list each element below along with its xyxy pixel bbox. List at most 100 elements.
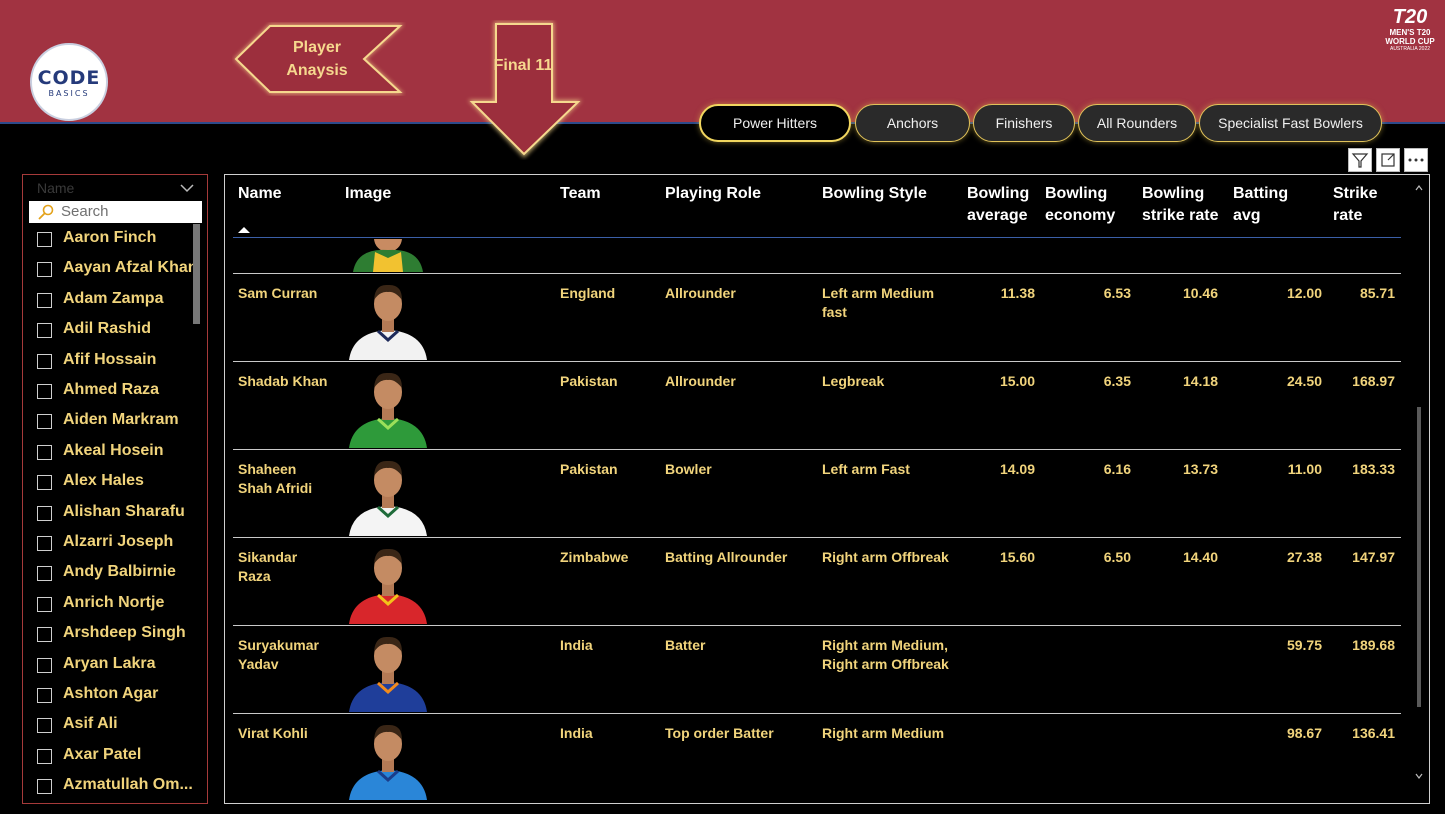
cell-strike-rate: 168.97 [1352,373,1395,389]
slicer-item[interactable]: Akeal Hosein [37,438,203,468]
table-row[interactable]: Shaheen Shah Afridi Pakistan Bowler Left ar… [225,449,1405,537]
slicer-item-label: Anrich Nortje [63,593,165,611]
table-row[interactable]: Virat Kohli India Top order Batter Right ar… [225,713,1405,801]
column-header-bowling-strike-rate[interactable]: Bowling strike rate [1142,183,1234,227]
tab-specialist-fast-bowlers[interactable]: Specialist Fast Bowlers [1199,104,1382,142]
cell-strike-rate: 136.41 [1352,725,1395,741]
table-row[interactable]: Suryakumar Yadav India Batter Right arm Med… [225,625,1405,713]
checkbox[interactable] [37,262,52,278]
slicer-item[interactable]: Asif Ali [37,711,203,741]
scroll-down-icon[interactable] [1415,771,1423,781]
slicer-item[interactable]: Ahmed Raza [37,377,203,407]
slicer-item[interactable]: Aayan Afzal Khan [37,255,203,285]
column-header-bowling-economy[interactable]: Bowling economy [1045,183,1135,227]
slicer-item[interactable]: Anrich Nortje [37,590,203,620]
sort-ascending-icon[interactable] [238,227,250,233]
filter-icon[interactable] [1348,148,1372,172]
slicer-item[interactable]: Aryan Lakra [37,651,203,681]
slicer-item[interactable]: Ashton Agar [37,681,203,711]
slicer-item[interactable]: Axar Patel [37,742,203,772]
slicer-item-label: Aayan Afzal Khan [63,259,198,277]
checkbox[interactable] [37,657,52,673]
checkbox[interactable] [37,384,52,399]
slicer-item[interactable]: Aiden Markram [37,407,203,437]
table-row[interactable]: Sikandar Raza Zimbabwe Batting Allrounder R… [225,537,1405,625]
cell-bowling-economy: 6.50 [1103,549,1131,565]
name-slicer: Name Search Aaron Finch Aayan Afzal Khan A… [22,174,208,804]
checkbox[interactable] [37,292,52,308]
table-row[interactable]: Shadab Khan Pakistan Allrounder Legbreak 15.… [225,361,1405,449]
cell-name: Sikandar Raza [238,549,298,584]
cell-batting-avg: 98.67 [1286,725,1322,741]
cell-name: Shadab Khan [238,373,328,389]
slicer-item[interactable]: Alishan Sharafu [37,499,203,529]
slicer-item[interactable]: Andy Balbirnie [37,559,203,589]
search-placeholder: Search [61,203,109,220]
scroll-up-icon[interactable] [1415,183,1423,193]
tab-all-rounders[interactable]: All Rounders [1078,104,1196,142]
column-header-playing-role[interactable]: Playing Role [665,183,761,205]
column-header-team[interactable]: Team [560,183,601,205]
checkbox[interactable] [37,323,52,339]
slicer-item[interactable]: Aaron Finch [37,225,203,255]
tab-anchors[interactable]: Anchors [855,104,970,142]
checkbox[interactable] [37,505,52,521]
player-photo [349,284,427,360]
slicer-search-input[interactable]: Search [29,201,202,223]
cell-team: England [560,285,616,301]
checkbox[interactable] [37,779,52,795]
checkbox[interactable] [37,444,52,460]
checkbox[interactable] [37,627,52,643]
checkbox[interactable] [37,232,52,247]
final-11-button[interactable]: Final 11 [464,20,586,160]
slicer-item[interactable]: Alzarri Joseph [37,529,203,559]
checkbox[interactable] [37,566,52,582]
column-header-bowling-average[interactable]: Bowling average [967,183,1041,227]
column-header-image[interactable]: Image [345,183,391,205]
final-11-label: Final 11 [493,57,553,74]
column-header-strike-rate[interactable]: Strike rate [1333,183,1393,227]
checkbox[interactable] [37,475,52,491]
checkbox[interactable] [37,748,52,764]
cell-name: Sam Curran [238,285,318,301]
cell-bowling-average: 15.60 [999,549,1035,565]
checkbox[interactable] [37,536,52,551]
slicer-item[interactable]: Arshdeep Singh [37,620,203,650]
cell-playing-role: Allrounder [665,285,736,301]
cell-bowling-style: Right arm Offbreak [822,549,949,565]
cell-bowling-average: 11.38 [1000,285,1035,301]
slicer-item[interactable]: Azmatullah Om... [37,772,203,802]
more-options-icon[interactable] [1404,148,1428,172]
cell-batting-avg: 27.38 [1286,549,1322,565]
chevron-down-icon[interactable] [179,181,195,195]
checkbox[interactable] [37,414,52,430]
wc-logo-line2: WORLD CUP [1385,37,1435,46]
slicer-scrollbar[interactable] [193,224,200,324]
player-analysis-button[interactable]: Player Anaysis [232,22,406,96]
slicer-item[interactable]: Adam Zampa [37,286,203,316]
column-header-name[interactable]: Name [238,183,282,205]
cell-strike-rate: 147.97 [1352,549,1395,565]
table-row[interactable]: Sam Curran England Allrounder Left arm Medi… [225,273,1405,361]
focus-mode-icon[interactable] [1376,148,1400,172]
column-header-bowling-style[interactable]: Bowling Style [822,183,927,205]
cell-batting-avg: 59.75 [1286,637,1322,653]
table-scrollbar[interactable] [1417,407,1421,707]
cell-playing-role: Top order Batter [665,725,774,741]
tab-power-hitters[interactable]: Power Hitters [699,104,851,142]
tab-finishers[interactable]: Finishers [973,104,1075,142]
cell-bowling-average: 15.00 [999,373,1035,389]
column-header-batting-avg[interactable]: Batting avg [1233,183,1313,227]
checkbox[interactable] [37,596,52,612]
checkbox[interactable] [37,688,52,703]
slicer-item-label: Ashton Agar [63,685,159,702]
slicer-item[interactable]: Adil Rashid [37,316,203,346]
cell-bowling-style: Right arm Medium, Right arm Offbreak [822,637,949,672]
cell-strike-rate: 183.33 [1352,461,1395,477]
slicer-item[interactable]: Alex Hales [37,468,203,498]
logo-sub-text: BASICS [48,89,90,98]
checkbox[interactable] [37,718,52,734]
slicer-item[interactable]: Afif Hossain [37,347,203,377]
cell-team: Pakistan [560,373,618,389]
checkbox[interactable] [37,353,52,369]
